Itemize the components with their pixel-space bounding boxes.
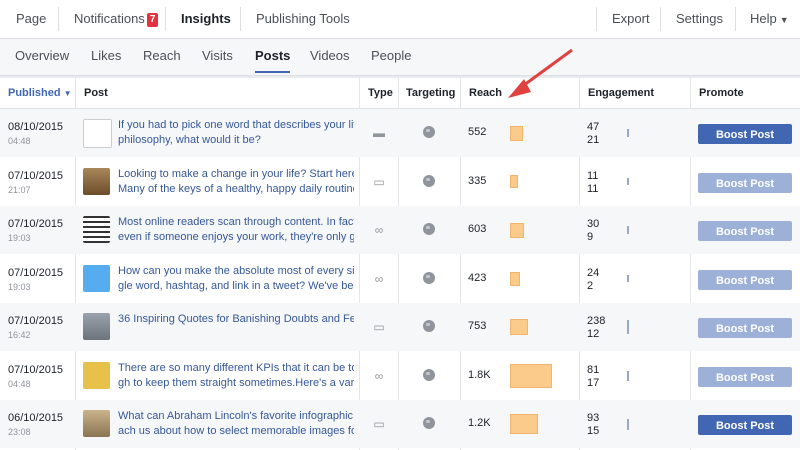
annotation-arrow	[508, 48, 573, 98]
